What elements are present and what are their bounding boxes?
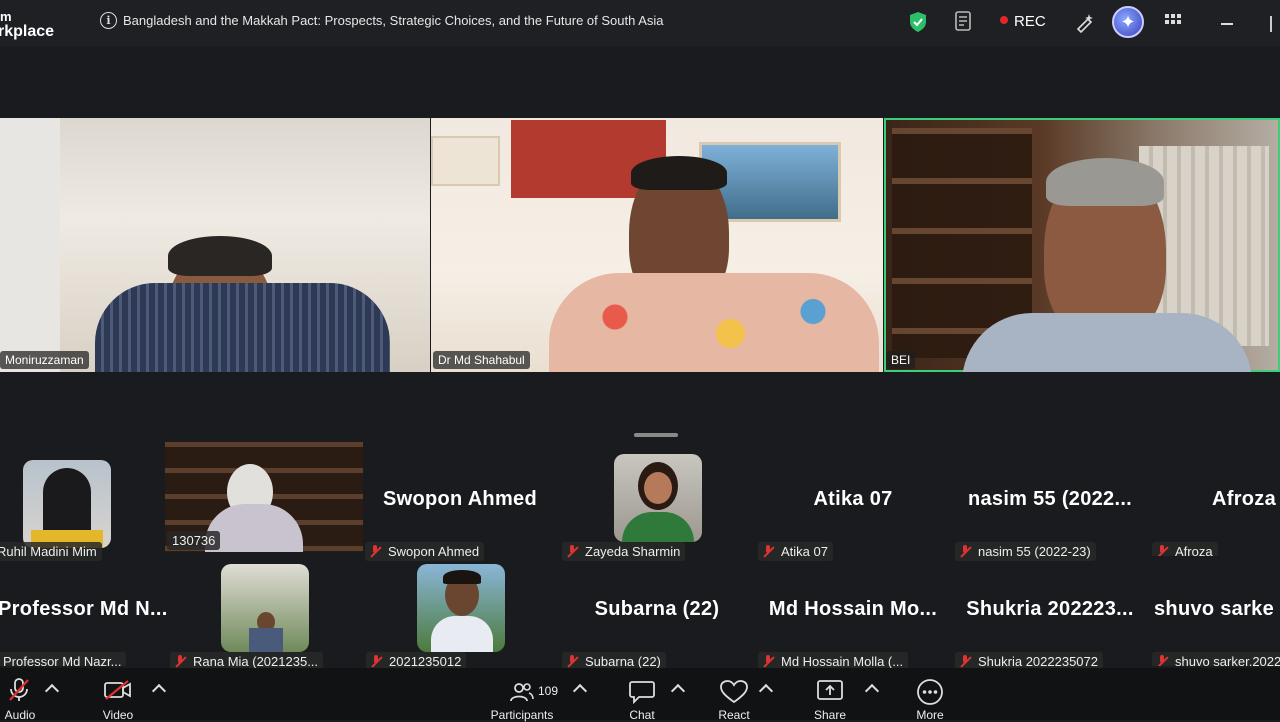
- gallery-tile-shuvo-sarker[interactable]: shuvo sarke shuvo sarker,2022: [1152, 558, 1280, 666]
- participants-count: 109: [538, 684, 559, 698]
- app-logo: m rkplace: [0, 9, 55, 40]
- sparkle-icon: ✦: [1120, 12, 1136, 32]
- participant-display-name: nasim 55 (2022...: [967, 488, 1133, 510]
- participant-display-name: Subarna (22): [594, 598, 720, 620]
- chat-options-chevron-icon[interactable]: [670, 683, 686, 699]
- mic-muted-icon: [960, 655, 970, 667]
- gallery-tile-rana-mia[interactable]: Rana Mia (2021235...: [170, 558, 360, 671]
- participant-label: Professor Md Nazr...: [0, 652, 127, 666]
- audio-button[interactable]: Audio: [0, 668, 40, 722]
- share-screen-icon: [817, 680, 843, 700]
- audio-options-chevron-icon[interactable]: [44, 683, 60, 699]
- participant-label: shuvo sarker,2022: [1152, 652, 1280, 666]
- person-hair: [631, 156, 727, 190]
- mic-muted-icon: [567, 545, 577, 557]
- gallery-tile-professor-md-nazr[interactable]: Professor Md N... Professor Md Nazr...: [0, 558, 168, 666]
- meeting-toolbar: Audio Video 109 Participants Chat React …: [0, 668, 1280, 722]
- mic-muted-icon: [1157, 655, 1167, 666]
- minimize-icon[interactable]: [1221, 23, 1233, 25]
- more-icon: [917, 679, 943, 705]
- mic-muted-icon: [371, 655, 381, 667]
- gallery-resize-handle[interactable]: [634, 433, 678, 437]
- participant-label: 130736: [167, 531, 221, 550]
- person-shirt: [962, 313, 1252, 372]
- chat-button[interactable]: Chat: [620, 668, 664, 722]
- participant-display-name: Swopon Ahmed: [383, 488, 537, 510]
- gallery-tile-shukria[interactable]: Shukria 202223... Shukria 2022235072: [955, 558, 1145, 671]
- participant-display-name: Md Hossain Mo...: [768, 598, 938, 620]
- participant-photo: [417, 564, 505, 652]
- participant-photo: [23, 460, 111, 548]
- mic-muted-icon: [960, 545, 970, 557]
- gallery-tile-nasim-55[interactable]: nasim 55 (2022... nasim 55 (2022-23): [955, 448, 1145, 561]
- participant-display-name: Shukria 202223...: [966, 598, 1134, 620]
- participant-display-name: Atika 07: [813, 488, 893, 510]
- chat-icon: [629, 681, 655, 704]
- gallery-tile-afroza[interactable]: Afroza Afroza: [1152, 448, 1280, 556]
- participant-label: Afroza: [1152, 542, 1218, 556]
- video-tile-dr-md-shahabul[interactable]: Dr Md Shahabul: [431, 118, 883, 372]
- participant-display-name: shuvo sarke: [1154, 598, 1275, 620]
- gallery-tile-swopon-ahmed[interactable]: Swopon Ahmed Swopon Ahmed: [365, 448, 555, 561]
- gallery-tile-ruhil-madini-mim[interactable]: Ruhil Madini Mim: [0, 448, 182, 561]
- video-options-chevron-icon[interactable]: [151, 683, 167, 699]
- title-bar: m rkplace i Bangladesh and the Makkah Pa…: [0, 0, 1280, 46]
- meeting-title: Bangladesh and the Makkah Pact: Prospect…: [123, 13, 664, 28]
- gallery-tile-subarna-22[interactable]: Subarna (22) Subarna (22): [562, 558, 752, 671]
- notes-icon[interactable]: [954, 11, 974, 33]
- participant-name-tag: Moniruzzaman: [0, 351, 89, 369]
- participants-options-chevron-icon[interactable]: [572, 683, 588, 699]
- person-hair: [1046, 158, 1164, 206]
- participant-display-name: Afroza: [1212, 488, 1277, 510]
- person-shirt: [95, 283, 390, 372]
- person-shirt: [549, 273, 879, 372]
- participant-photo: [614, 454, 702, 542]
- camera-off-icon: [104, 680, 131, 700]
- annotate-icon[interactable]: [1074, 11, 1096, 33]
- grid-view-icon[interactable]: [1164, 11, 1182, 29]
- shield-icon[interactable]: [908, 11, 928, 33]
- mic-muted-icon: [175, 655, 185, 667]
- person-hair: [168, 236, 272, 276]
- gallery-tile-atika-07[interactable]: Atika 07 Atika 07: [758, 448, 948, 561]
- participant-photo: [221, 564, 309, 652]
- gallery-tile-md-hossain-molla[interactable]: Md Hossain Mo... Md Hossain Molla (...: [758, 558, 948, 671]
- mic-muted-icon: [567, 655, 577, 667]
- gallery-tile-130736[interactable]: 130736: [165, 442, 363, 552]
- mic-muted-icon: [763, 545, 773, 557]
- brand-line-2: rkplace: [0, 23, 55, 40]
- wall-frame: [431, 136, 500, 186]
- react-options-chevron-icon[interactable]: [758, 683, 774, 699]
- gallery-tile-2021235012[interactable]: 2021235012: [366, 558, 556, 671]
- microphone-muted-icon: [9, 678, 29, 701]
- ai-companion-button[interactable]: ✦: [1112, 6, 1144, 38]
- participant-name-tag: BEI: [886, 351, 916, 369]
- participant-display-name: Professor Md N...: [0, 598, 168, 620]
- mic-muted-icon: [370, 545, 380, 557]
- participants-icon: [510, 683, 534, 702]
- heart-icon: [720, 680, 748, 704]
- info-icon[interactable]: i: [100, 12, 117, 29]
- participant-name-tag: Dr Md Shahabul: [433, 351, 530, 369]
- mic-muted-icon: [763, 655, 773, 667]
- video-tile-moniruzzaman[interactable]: Moniruzzaman: [0, 118, 430, 372]
- gallery-tile-zayeda-sharmin[interactable]: Zayeda Sharmin: [562, 448, 752, 561]
- recording-indicator[interactable]: REC: [1000, 13, 1046, 30]
- mic-muted-icon: [1157, 545, 1167, 556]
- window-edge-icon[interactable]: [1270, 16, 1272, 32]
- more-button[interactable]: More: [908, 668, 952, 722]
- brand-line-1: m: [0, 9, 12, 24]
- react-button[interactable]: React: [712, 668, 756, 722]
- share-button[interactable]: Share: [808, 668, 852, 722]
- wall-panel: [0, 118, 60, 372]
- video-button[interactable]: Video: [96, 668, 140, 722]
- share-options-chevron-icon[interactable]: [864, 683, 880, 699]
- video-tile-bei[interactable]: BEI: [884, 118, 1280, 372]
- participants-button[interactable]: 109 Participants: [480, 668, 564, 722]
